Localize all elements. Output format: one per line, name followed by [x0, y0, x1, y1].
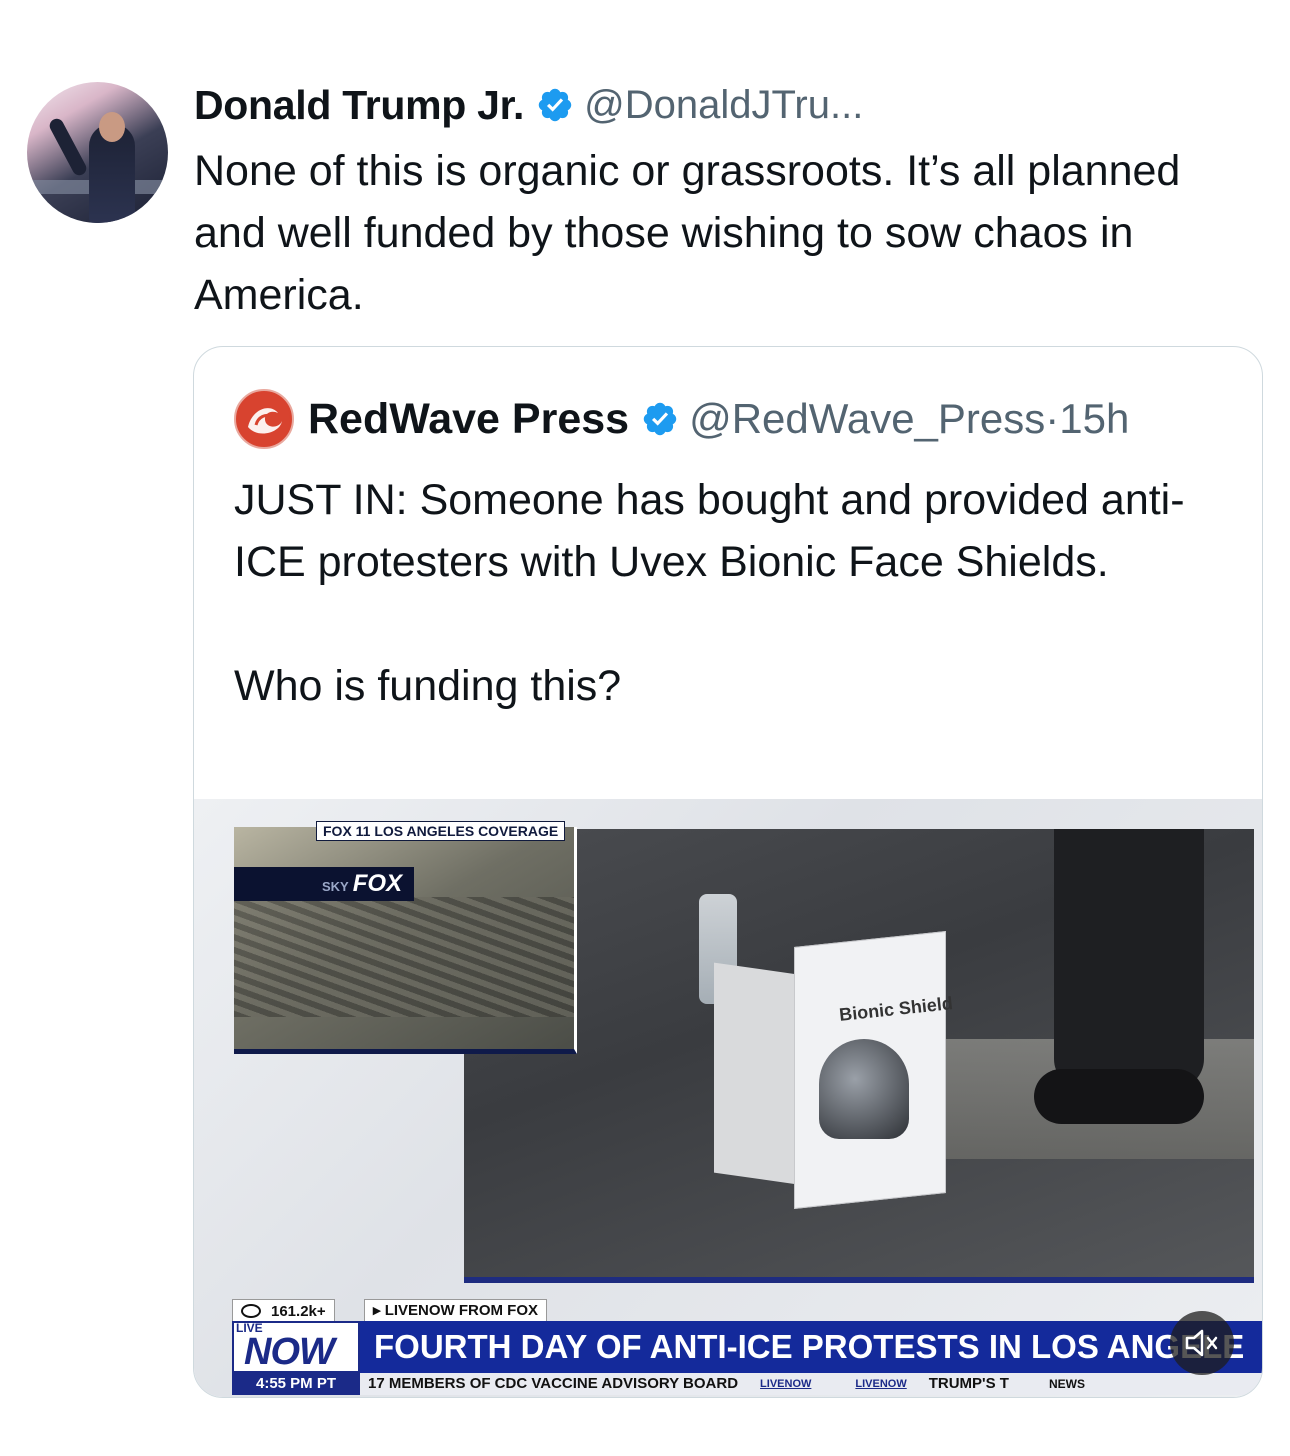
eye-icon — [241, 1304, 261, 1318]
tweet-header: Donald Trump Jr. @DonaldJTru... — [194, 78, 863, 132]
news-headline: FOURTH DAY OF ANTI-ICE PROTESTS IN LOS A… — [360, 1321, 1262, 1373]
separator-dot: · — [1045, 395, 1060, 442]
author-handle[interactable]: @DonaldJTru... — [584, 83, 863, 128]
view-count-value: 161.2k+ — [271, 1302, 326, 1320]
quoted-tweet-time[interactable]: 15h — [1059, 395, 1129, 443]
wave-logo-icon — [238, 393, 290, 445]
quoted-author-avatar[interactable] — [234, 389, 294, 449]
quoted-tweet-paragraph: Who is funding this? — [234, 662, 622, 710]
skyfox-logo: SKY FOX — [234, 867, 414, 901]
ticker-news-logo: NEWS — [1048, 1377, 1085, 1391]
news-ticker: 17 MEMBERS OF CDC VACCINE ADVISORY BOARD… — [360, 1373, 1262, 1395]
aerial-crowd — [234, 897, 574, 1017]
livenow-label: ▸ LIVENOW FROM FOX — [364, 1299, 548, 1323]
quoted-tweet-card[interactable]: RedWave Press @RedWave_Press · 15h JUST … — [193, 346, 1263, 1398]
frame-divider-line — [464, 1277, 1254, 1283]
quoted-tweet-header: RedWave Press @RedWave_Press · 15h — [234, 389, 1129, 449]
ticker-text: 17 MEMBERS OF CDC VACCINE ADVISORY BOARD — [368, 1375, 739, 1392]
aerial-inset-video: SKY FOX — [234, 827, 577, 1054]
avatar-figure-arm — [47, 116, 89, 178]
video-frame-scene: Bionic Shield — [464, 829, 1254, 1279]
face-shield-image — [819, 1039, 909, 1139]
author-name[interactable]: Donald Trump Jr. — [194, 82, 524, 129]
avatar-figure-head — [99, 112, 125, 142]
verified-badge-icon — [538, 88, 572, 122]
quoted-author-name[interactable]: RedWave Press — [308, 395, 629, 444]
quoted-tweet-text: JUST IN: Someone has bought and provided… — [234, 469, 1234, 717]
view-count: 161.2k+ — [232, 1299, 335, 1323]
now-label: NOW — [244, 1331, 335, 1373]
video-player[interactable]: Bionic Shield SKY FOX FOX 11 LOS ANGELES … — [194, 799, 1262, 1397]
author-avatar[interactable] — [27, 82, 168, 223]
person-boot — [1034, 1069, 1204, 1124]
quoted-author-handle[interactable]: @RedWave_Press — [689, 395, 1045, 443]
muted-speaker-icon — [1185, 1329, 1218, 1357]
ticker-separator: LIVENOW — [855, 1378, 907, 1390]
quoted-tweet-paragraph: JUST IN: Someone has bought and provided… — [234, 476, 1185, 586]
tweet-text: None of this is organic or grassroots. I… — [194, 147, 1181, 319]
broadcast-clock: 4:55 PM PT — [232, 1373, 360, 1395]
person-leg — [1054, 829, 1204, 1089]
live-now-badge: LIVE NOW — [232, 1321, 360, 1373]
ticker-separator: LIVENOW — [760, 1378, 812, 1390]
verified-badge-icon — [643, 402, 677, 436]
inset-coverage-label: FOX 11 LOS ANGELES COVERAGE — [316, 821, 566, 841]
face-shield-box-side — [714, 962, 804, 1186]
ticker-more-text: TRUMP'S T — [928, 1375, 1009, 1392]
mute-button[interactable] — [1170, 1311, 1234, 1375]
